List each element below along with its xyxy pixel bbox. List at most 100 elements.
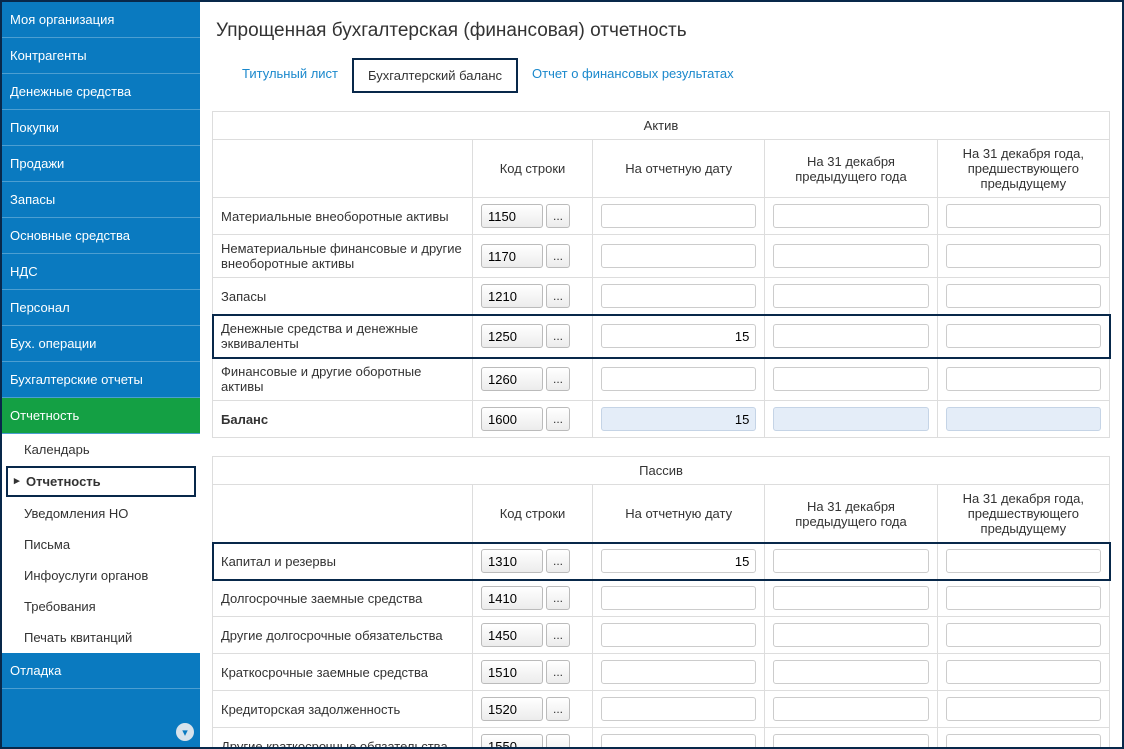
sidebar-item[interactable]: Отчетность xyxy=(2,398,200,434)
value-input[interactable] xyxy=(946,324,1101,348)
value-input[interactable] xyxy=(773,367,928,391)
value-input[interactable] xyxy=(601,367,756,391)
sidebar-item[interactable]: Покупки xyxy=(2,110,200,146)
submenu-item[interactable]: Требования xyxy=(2,591,200,622)
value-input[interactable] xyxy=(773,697,928,721)
table-row: Другие краткосрочные обязательства... xyxy=(213,728,1110,748)
value-input[interactable] xyxy=(773,549,928,573)
row-label: Другие краткосрочные обязательства xyxy=(213,728,473,748)
lookup-button[interactable]: ... xyxy=(546,660,570,684)
code-input[interactable] xyxy=(481,244,543,268)
value-input[interactable] xyxy=(946,660,1101,684)
lookup-button[interactable]: ... xyxy=(546,244,570,268)
submenu-item[interactable]: Уведомления НО xyxy=(2,498,200,529)
row-label: Капитал и резервы xyxy=(213,543,473,580)
lookup-button[interactable]: ... xyxy=(546,407,570,431)
sidebar-item[interactable]: Денежные средства xyxy=(2,74,200,110)
lookup-button[interactable]: ... xyxy=(546,623,570,647)
tab[interactable]: Отчет о финансовых результатах xyxy=(518,58,748,93)
value-cell xyxy=(593,728,765,748)
code-input[interactable] xyxy=(481,324,543,348)
value-input[interactable] xyxy=(601,549,756,573)
value-input[interactable] xyxy=(946,549,1101,573)
value-input[interactable] xyxy=(946,244,1101,268)
table-row: Материальные внеоборотные активы... xyxy=(213,198,1110,235)
value-input[interactable] xyxy=(773,734,928,747)
code-cell: ... xyxy=(473,358,593,401)
col-code-header: Код строки xyxy=(473,485,593,543)
lookup-button[interactable]: ... xyxy=(546,697,570,721)
code-input[interactable] xyxy=(481,204,543,228)
code-input[interactable] xyxy=(481,697,543,721)
code-cell: ... xyxy=(473,654,593,691)
tab[interactable]: Титульный лист xyxy=(228,58,352,93)
value-cell xyxy=(937,401,1109,438)
value-input[interactable] xyxy=(601,586,756,610)
sidebar-item[interactable]: Моя организация xyxy=(2,2,200,38)
sidebar-item[interactable]: Персонал xyxy=(2,290,200,326)
sidebar: Моя организацияКонтрагентыДенежные средс… xyxy=(2,2,200,747)
value-cell xyxy=(593,401,765,438)
submenu-item[interactable]: Печать квитанций xyxy=(2,622,200,653)
value-cell xyxy=(593,654,765,691)
value-cell xyxy=(593,315,765,358)
sidebar-item[interactable]: Отладка xyxy=(2,653,200,689)
value-cell xyxy=(765,358,937,401)
submenu-item[interactable]: Календарь xyxy=(2,434,200,465)
lookup-button[interactable]: ... xyxy=(546,549,570,573)
table-row: Денежные средства и денежные эквиваленты… xyxy=(213,315,1110,358)
value-cell xyxy=(765,691,937,728)
value-cell xyxy=(593,543,765,580)
value-input[interactable] xyxy=(946,204,1101,228)
sidebar-item[interactable]: Основные средства xyxy=(2,218,200,254)
value-input[interactable] xyxy=(601,284,756,308)
value-input[interactable] xyxy=(946,284,1101,308)
value-input[interactable] xyxy=(946,367,1101,391)
value-input[interactable] xyxy=(946,586,1101,610)
sidebar-item[interactable]: Контрагенты xyxy=(2,38,200,74)
lookup-button[interactable]: ... xyxy=(546,324,570,348)
table-row: Другие долгосрочные обязательства... xyxy=(213,617,1110,654)
value-input[interactable] xyxy=(601,204,756,228)
tab[interactable]: Бухгалтерский баланс xyxy=(352,58,518,93)
value-input[interactable] xyxy=(601,697,756,721)
value-input[interactable] xyxy=(601,623,756,647)
code-input[interactable] xyxy=(481,623,543,647)
value-input[interactable] xyxy=(946,734,1101,747)
lookup-button[interactable]: ... xyxy=(546,367,570,391)
sidebar-item[interactable]: Продажи xyxy=(2,146,200,182)
value-input[interactable] xyxy=(601,324,756,348)
sidebar-item[interactable]: Бух. операции xyxy=(2,326,200,362)
code-input[interactable] xyxy=(481,284,543,308)
value-input[interactable] xyxy=(773,586,928,610)
submenu-item[interactable]: Инфоуслуги органов xyxy=(2,560,200,591)
code-input[interactable] xyxy=(481,367,543,391)
value-input[interactable] xyxy=(946,623,1101,647)
code-input[interactable] xyxy=(481,549,543,573)
value-input[interactable] xyxy=(601,244,756,268)
submenu-item[interactable]: Письма xyxy=(2,529,200,560)
value-input[interactable] xyxy=(773,324,928,348)
code-input[interactable] xyxy=(481,660,543,684)
code-input[interactable] xyxy=(481,586,543,610)
value-input[interactable] xyxy=(601,734,756,747)
value-input[interactable] xyxy=(773,204,928,228)
code-input[interactable] xyxy=(481,407,543,431)
value-input[interactable] xyxy=(773,623,928,647)
value-input[interactable] xyxy=(773,284,928,308)
value-input[interactable] xyxy=(773,244,928,268)
value-input[interactable] xyxy=(946,697,1101,721)
sidebar-item[interactable]: Бухгалтерские отчеты xyxy=(2,362,200,398)
table-row: Нематериальные финансовые и другие внеоб… xyxy=(213,235,1110,278)
sidebar-item[interactable]: Запасы xyxy=(2,182,200,218)
lookup-button[interactable]: ... xyxy=(546,284,570,308)
value-input[interactable] xyxy=(773,660,928,684)
submenu-item[interactable]: Отчетность xyxy=(6,466,196,497)
code-input[interactable] xyxy=(481,734,543,747)
value-input[interactable] xyxy=(601,660,756,684)
scroll-down-button[interactable]: ▾ xyxy=(176,723,194,741)
sidebar-item[interactable]: НДС xyxy=(2,254,200,290)
lookup-button[interactable]: ... xyxy=(546,586,570,610)
lookup-button[interactable]: ... xyxy=(546,734,570,747)
lookup-button[interactable]: ... xyxy=(546,204,570,228)
